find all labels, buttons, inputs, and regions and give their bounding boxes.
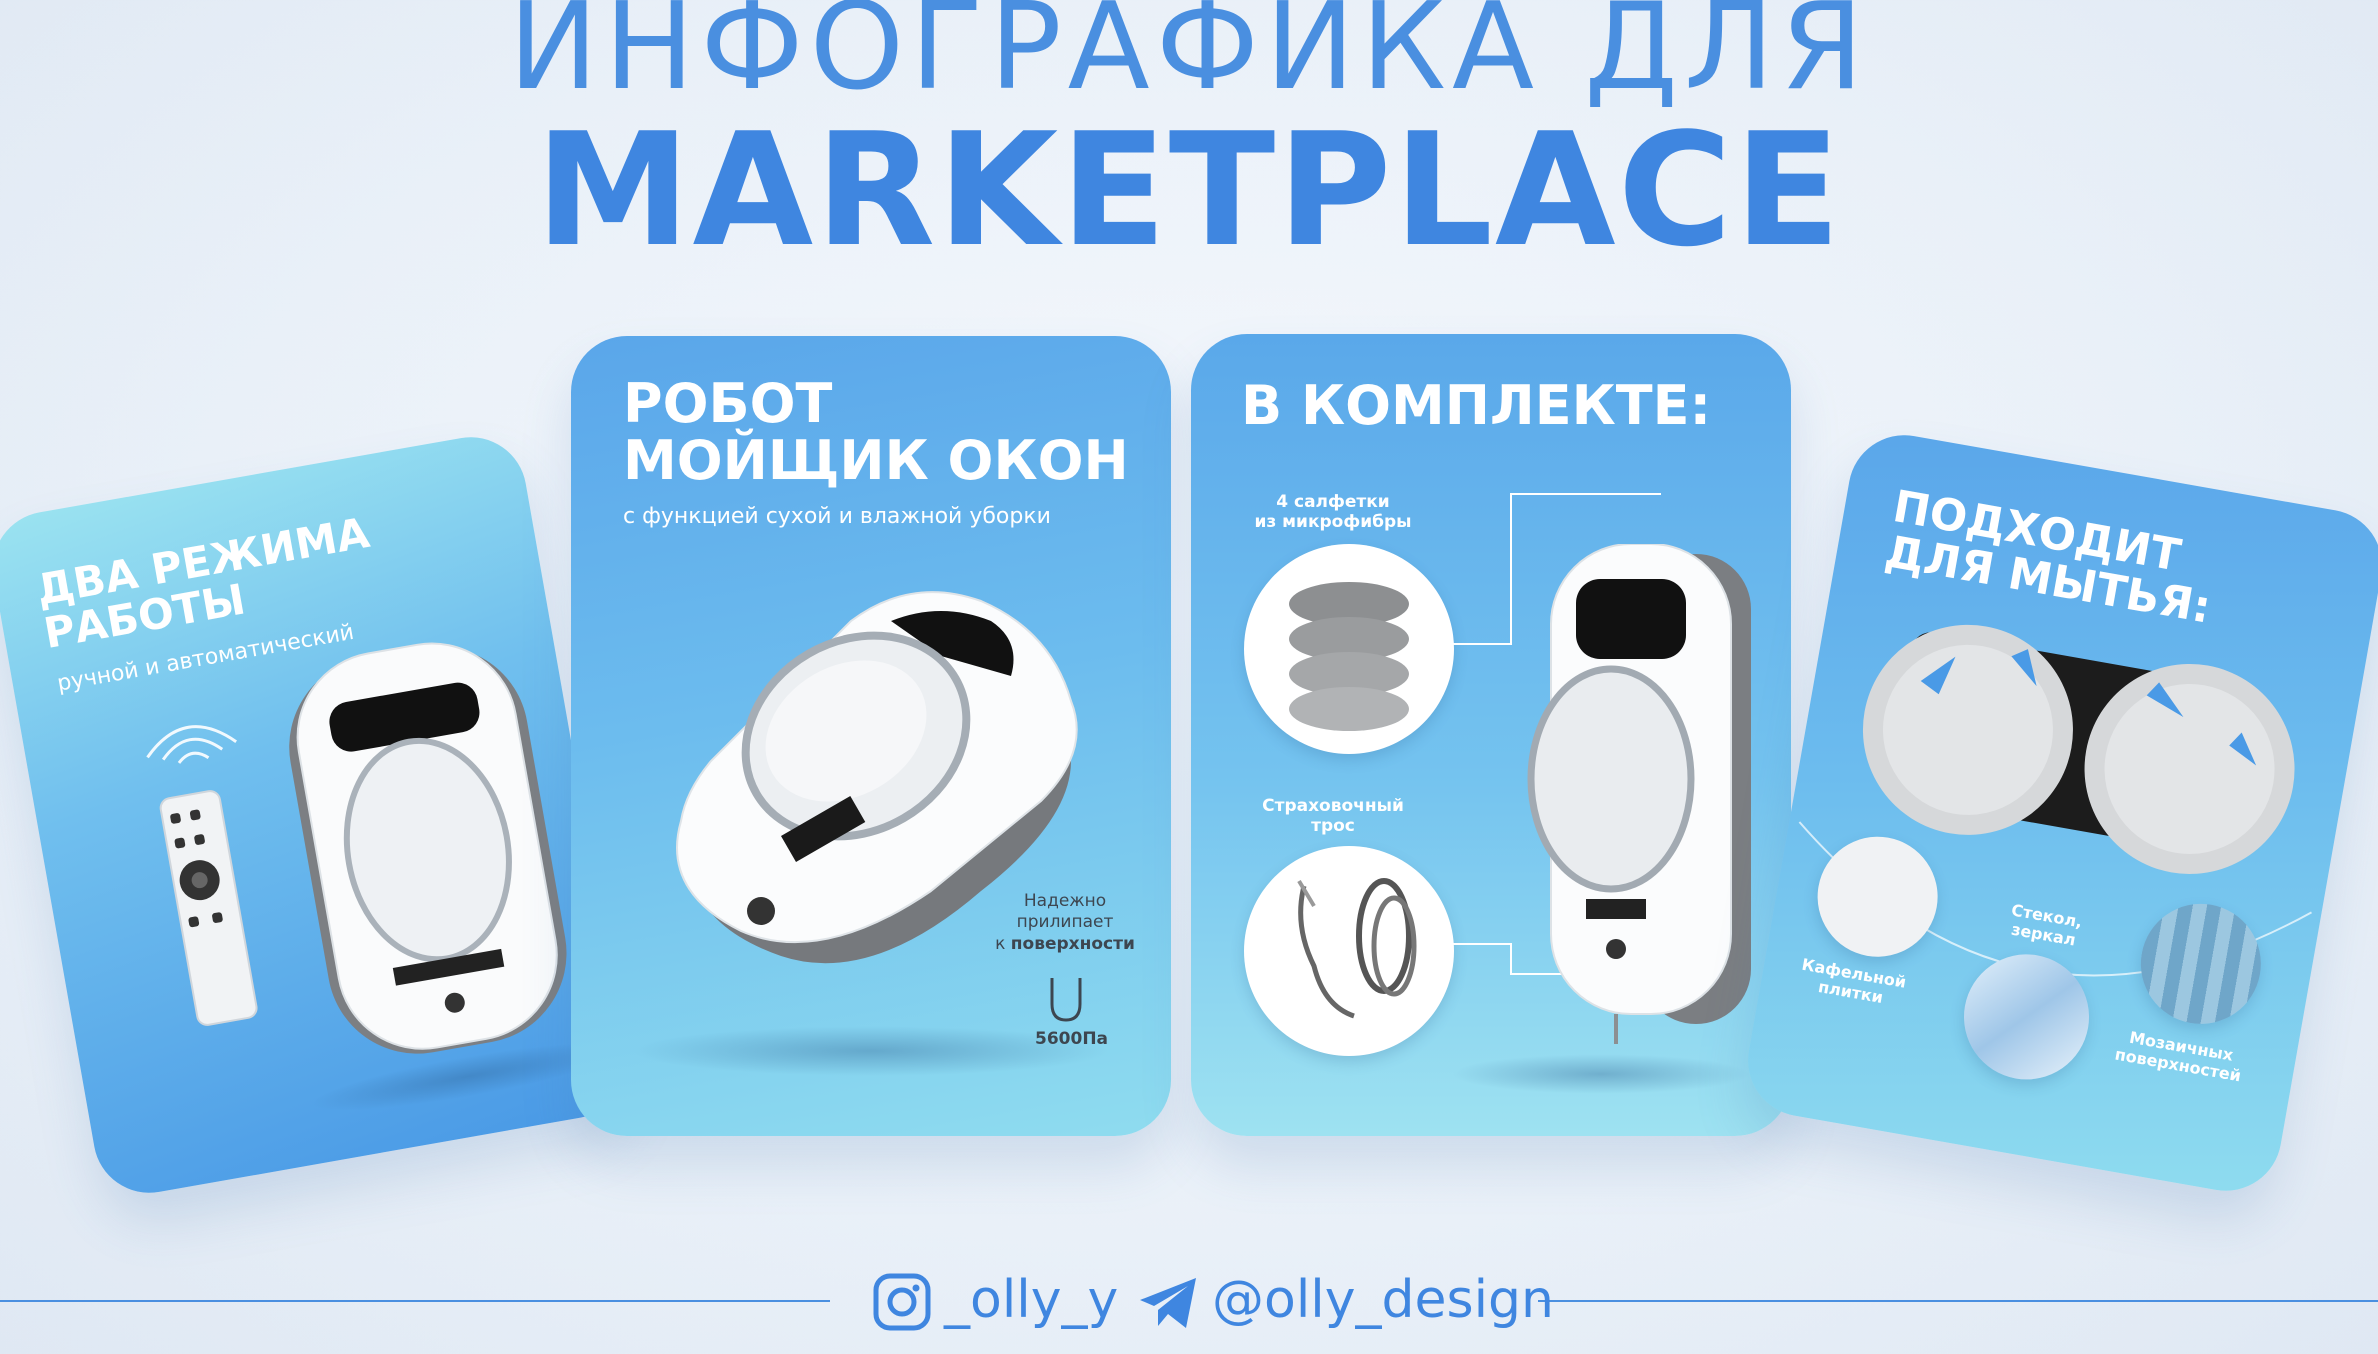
robot-heading-line2: МОЙЩИК ОКОН <box>623 428 1129 492</box>
card-kit-contents: В КОМПЛЕКТЕ: 4 салфетки из микрофибры Ст… <box>1191 334 1791 1136</box>
kit-item1-label: 4 салфетки из микрофибры <box>1233 492 1433 533</box>
safety-rope-image <box>1244 846 1454 1056</box>
adhesion-text: Надежно прилипает к поверхности <box>975 891 1155 955</box>
suction-icon <box>1050 978 1082 1022</box>
card-robot: РОБОТ МОЙЩИК ОКОН с функцией сухой и вла… <box>571 336 1171 1136</box>
instagram-handle[interactable]: _olly_y <box>944 1270 1118 1330</box>
telegram-handle[interactable]: @olly_design <box>1212 1270 1554 1330</box>
instagram-icon[interactable] <box>873 1273 931 1331</box>
kit-item2-line1: Страховочный <box>1262 796 1404 816</box>
page-title-line2: MARKETPLACE <box>535 99 1843 281</box>
robot-image <box>1527 544 1751 1044</box>
robot-heading-line1: РОБОТ <box>623 372 833 435</box>
robot-image <box>289 642 567 1054</box>
card-surfaces: ПОДХОДИТ ДЛЯ МЫТЬЯ: Кафельной плитки Сте… <box>1739 426 2378 1200</box>
kit-item1-line2: из микрофибры <box>1254 512 1412 533</box>
kit-item2-label: Страховочный трос <box>1233 796 1433 837</box>
adhesion-line3-bold: поверхности <box>1010 933 1135 954</box>
page-title-line1: ИНФОГРАФИКА ДЛЯ <box>508 0 1870 117</box>
telegram-icon[interactable] <box>1138 1276 1200 1330</box>
robot-heading: РОБОТ МОЙЩИК ОКОН <box>623 372 1129 492</box>
microfiber-pads-image <box>1244 544 1454 754</box>
adhesion-line1: Надежно <box>1023 891 1107 911</box>
adhesion-line3: к поверхности <box>975 934 1155 955</box>
kit-heading: В КОМПЛЕКТЕ: <box>1241 374 1712 437</box>
pressure-value: 5600Па <box>1035 1029 1109 1049</box>
kit-item2-line2: трос <box>1311 816 1355 837</box>
footer-line-right <box>1538 1300 2378 1302</box>
adhesion-line2: прилипает <box>1016 912 1114 933</box>
remote-control-icon <box>159 790 258 1026</box>
card-work-modes: ДВА РЕЖИМА РАБОТЫ ручной и автоматически… <box>0 428 636 1202</box>
wifi-signal-icon <box>146 725 238 764</box>
kit-item1-line1: 4 салфетки <box>1276 492 1390 512</box>
footer-line-left <box>0 1300 830 1302</box>
surfaces-heading: ПОДХОДИТ ДЛЯ МЫТЬЯ: <box>1881 481 2222 634</box>
adhesion-line3-prefix: к <box>995 933 1011 954</box>
robot-subtitle: с функцией сухой и влажной уборки <box>623 504 1051 529</box>
